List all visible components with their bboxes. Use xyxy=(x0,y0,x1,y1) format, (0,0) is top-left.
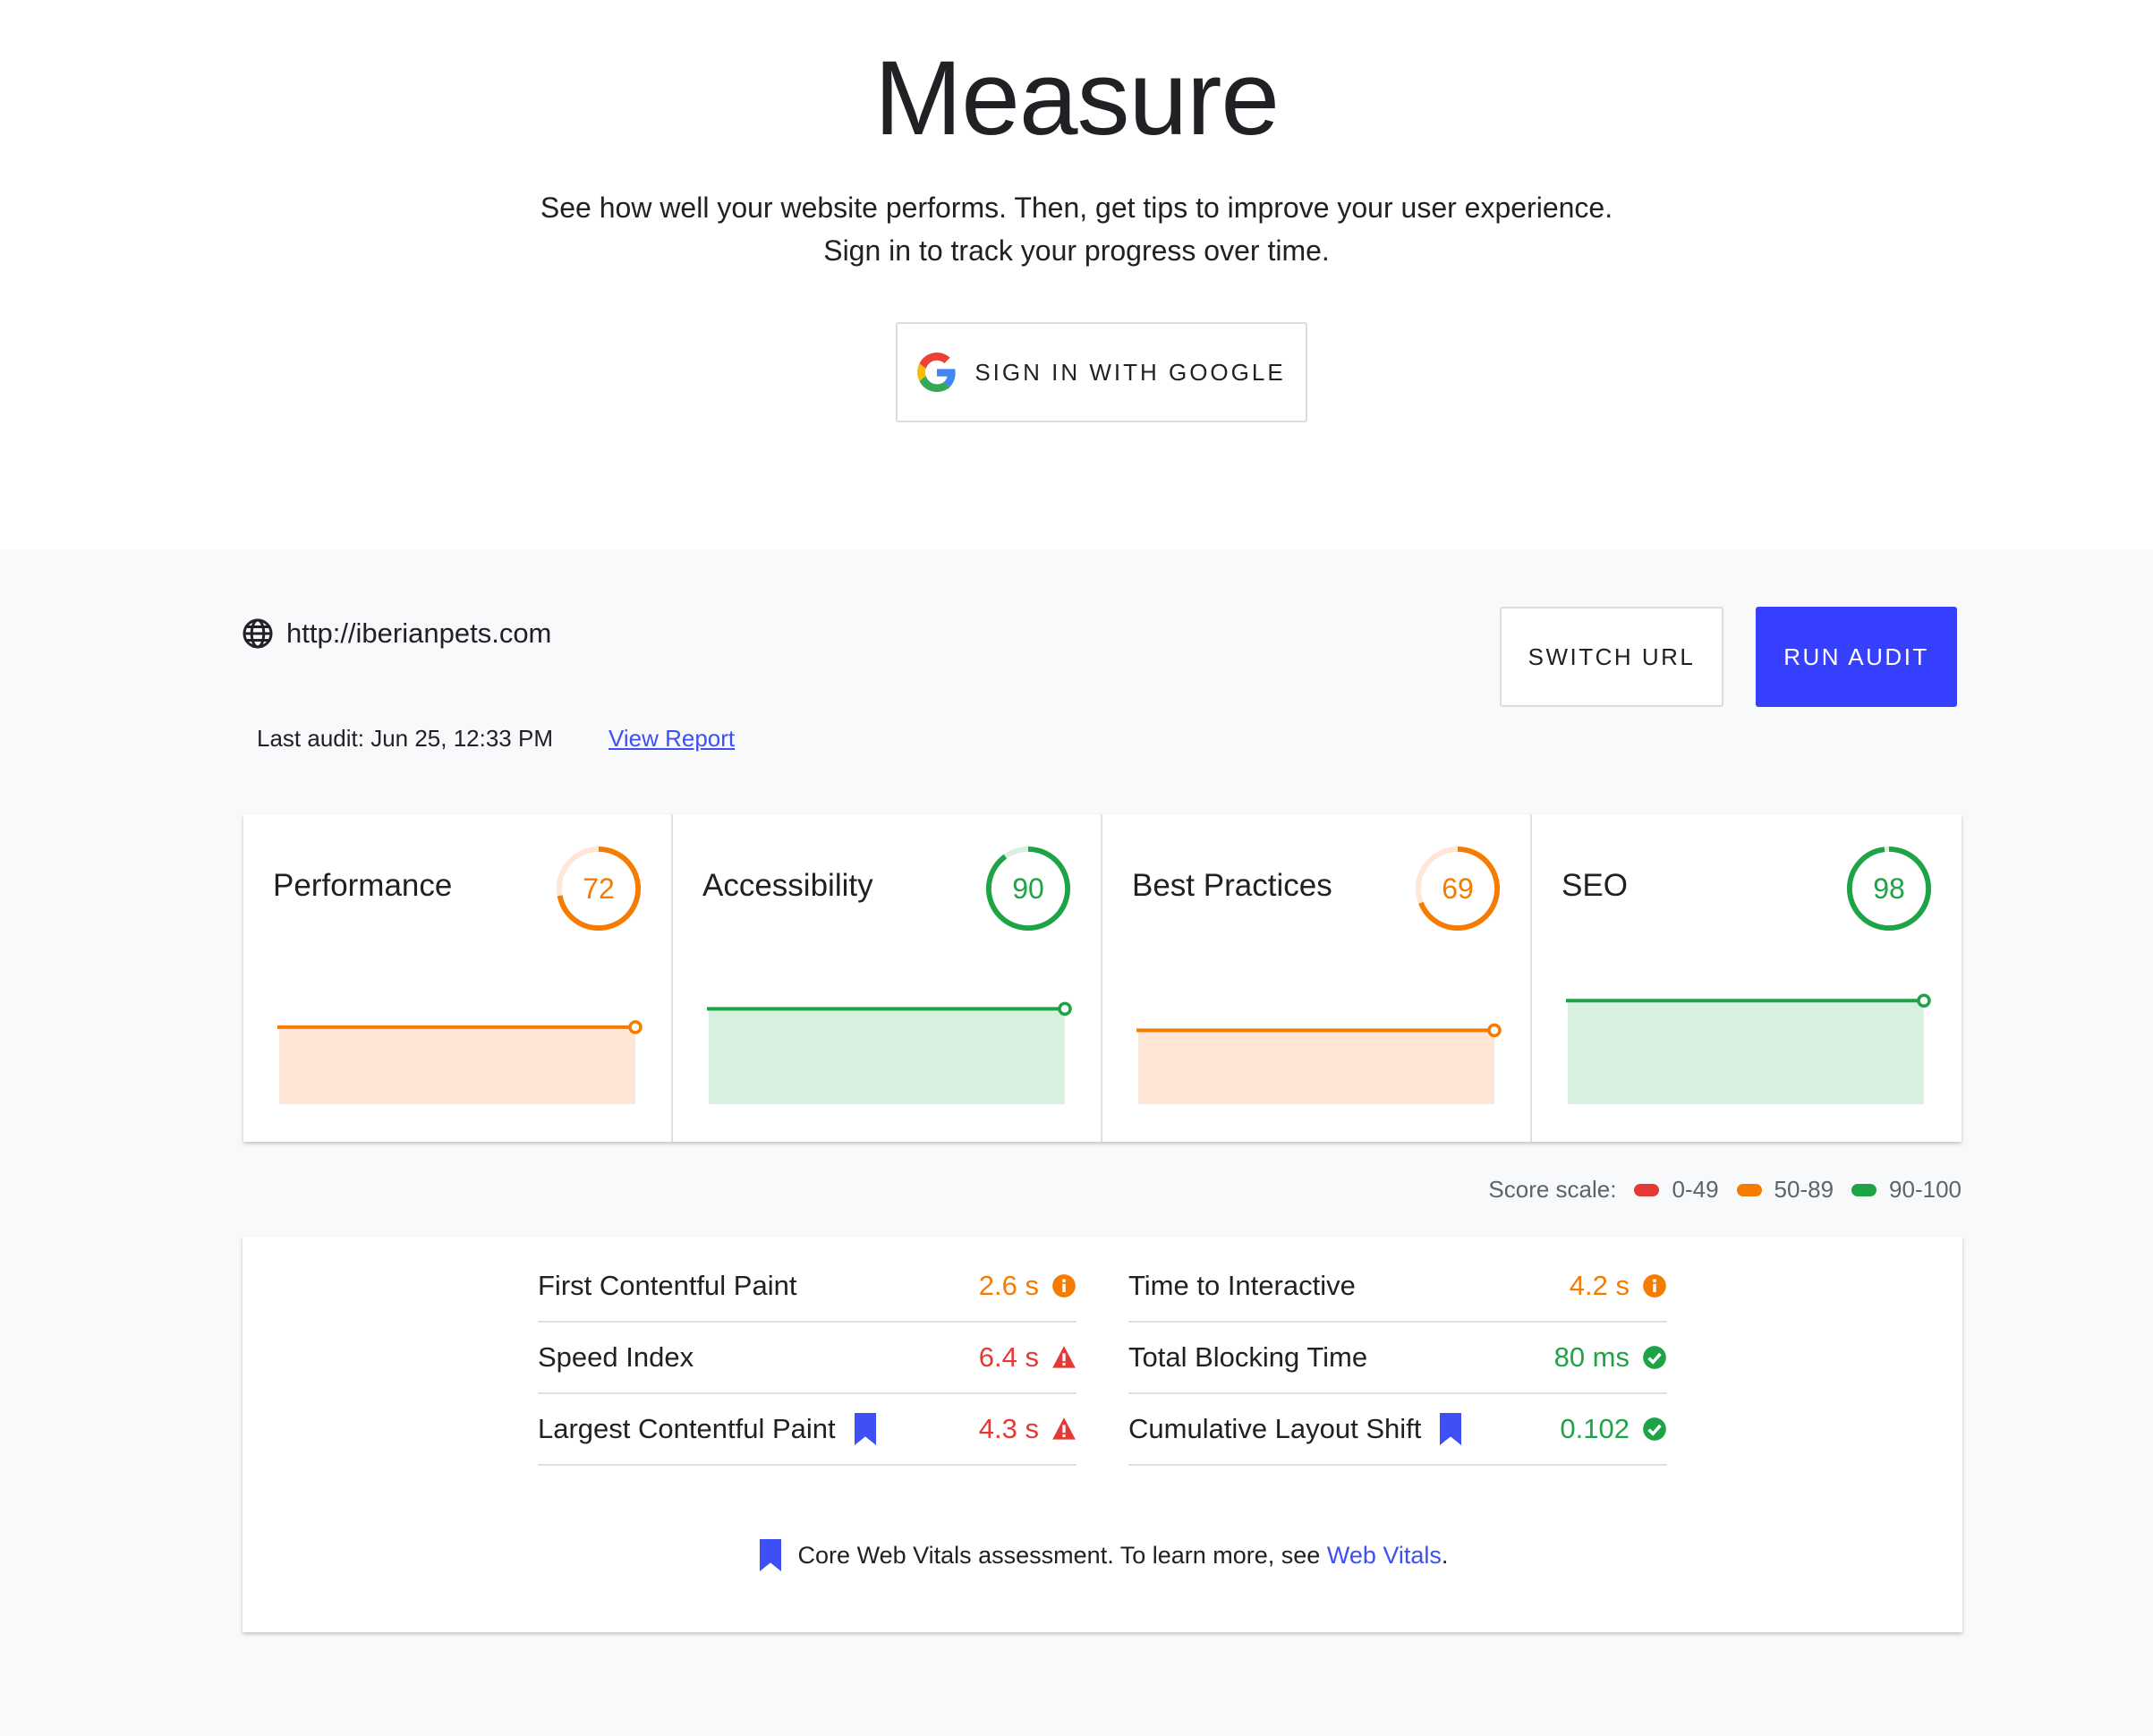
hero-subtitle-line2: Sign in to track your progress over time… xyxy=(823,234,1330,267)
score-value: 72 xyxy=(583,872,615,905)
switch-url-button[interactable]: SWITCH URL xyxy=(1500,607,1723,707)
scale-swatch-orange xyxy=(1736,1183,1762,1196)
audit-info-row: Last audit: Jun 25, 12:33 PM View Report xyxy=(257,725,735,753)
score-scale-label: Score scale: xyxy=(1488,1176,1617,1203)
score-history-chart xyxy=(277,1020,642,1104)
metric-row-fcp: First Contentful Paint 2.6 s xyxy=(538,1251,1076,1323)
metric-label: Time to Interactive xyxy=(1128,1270,1356,1301)
metric-label: First Contentful Paint xyxy=(538,1270,797,1301)
metric-row-lcp: Largest Contentful Paint 4.3 s xyxy=(538,1394,1076,1466)
run-audit-button[interactable]: RUN AUDIT xyxy=(1756,607,1957,707)
metrics-panel: First Contentful Paint 2.6 s Speed Index… xyxy=(243,1237,1962,1632)
metric-label: Total Blocking Time xyxy=(1128,1341,1368,1373)
score-card-accessibility[interactable]: Accessibility 90 xyxy=(673,814,1102,1142)
score-card-best-practices[interactable]: Best Practices 69 xyxy=(1102,814,1532,1142)
score-scale-legend: Score scale: 0-49 50-89 90-100 xyxy=(1488,1176,1962,1204)
scale-range-label: 90-100 xyxy=(1889,1176,1962,1203)
score-history-chart xyxy=(707,1001,1072,1104)
history-point xyxy=(1487,1023,1502,1038)
cwv-text: Core Web Vitals assessment. To learn mor… xyxy=(797,1541,1321,1569)
url-row: http://iberianpets.com xyxy=(242,617,551,650)
score-value: 98 xyxy=(1873,872,1905,905)
sign-in-with-google-button[interactable]: SIGN IN WITH GOOGLE xyxy=(896,322,1307,422)
scale-range-label: 50-89 xyxy=(1774,1176,1834,1203)
metric-value: 4.2 s xyxy=(1569,1270,1630,1301)
hero-subtitle: See how well your website performs. Then… xyxy=(0,186,2153,272)
check-icon xyxy=(1642,1345,1667,1370)
scale-swatch-green xyxy=(1851,1183,1877,1196)
metric-value: 80 ms xyxy=(1553,1341,1630,1373)
warning-icon xyxy=(1051,1345,1076,1370)
metric-value: 6.4 s xyxy=(978,1341,1039,1373)
history-area xyxy=(709,1008,1065,1104)
last-audit-text: Last audit: Jun 25, 12:33 PM xyxy=(257,725,553,752)
score-value: 69 xyxy=(1442,872,1474,905)
page-title: Measure xyxy=(873,39,1280,157)
score-card-title: Performance xyxy=(273,868,453,903)
score-card-title: Best Practices xyxy=(1132,868,1332,903)
core-web-vitals-note: Core Web Vitals assessment. To learn mor… xyxy=(243,1539,1962,1571)
history-point xyxy=(628,1020,642,1034)
history-area xyxy=(1568,1000,1924,1104)
metric-label: Cumulative Layout Shift xyxy=(1128,1413,1422,1444)
bookmark-icon xyxy=(759,1539,781,1571)
globe-icon xyxy=(243,618,273,649)
metric-row-tti: Time to Interactive 4.2 s xyxy=(1128,1251,1667,1323)
score-cards: Performance 72 Accessibility 90 Best Pra… xyxy=(243,814,1962,1142)
metric-row-speed-index: Speed Index 6.4 s xyxy=(538,1323,1076,1394)
bookmark-icon xyxy=(1437,1413,1464,1445)
scale-range-label: 0-49 xyxy=(1672,1176,1719,1203)
metric-value: 2.6 s xyxy=(978,1270,1039,1301)
score-card-performance[interactable]: Performance 72 xyxy=(243,814,673,1142)
info-icon xyxy=(1051,1273,1076,1298)
metric-value: 0.102 xyxy=(1560,1413,1630,1444)
metric-label: Speed Index xyxy=(538,1341,694,1373)
history-area xyxy=(1138,1030,1494,1104)
score-value: 90 xyxy=(1012,872,1044,905)
metric-row-cls: Cumulative Layout Shift 0.102 xyxy=(1128,1394,1667,1466)
history-point xyxy=(1058,1001,1072,1017)
history-point xyxy=(1917,993,1931,1008)
cwv-period: . xyxy=(1441,1541,1449,1569)
web-vitals-link[interactable]: Web Vitals xyxy=(1327,1542,1442,1569)
info-icon xyxy=(1642,1273,1667,1298)
audit-panel: http://iberianpets.com Last audit: Jun 2… xyxy=(0,549,2153,1736)
score-card-title: Accessibility xyxy=(702,868,873,903)
google-logo-icon xyxy=(917,353,956,392)
scale-swatch-red xyxy=(1634,1183,1660,1196)
sign-in-label: SIGN IN WITH GOOGLE xyxy=(974,358,1286,386)
metric-row-tbt: Total Blocking Time 80 ms xyxy=(1128,1323,1667,1394)
metric-label: Largest Contentful Paint xyxy=(538,1413,836,1444)
bookmark-icon xyxy=(852,1413,879,1445)
score-card-title: SEO xyxy=(1562,868,1628,903)
history-area xyxy=(279,1026,635,1104)
score-card-seo[interactable]: SEO 98 xyxy=(1532,814,1962,1142)
score-history-chart xyxy=(1566,993,1931,1104)
hero-subtitle-line1: See how well your website performs. Then… xyxy=(540,191,1613,224)
site-url: http://iberianpets.com xyxy=(286,617,552,649)
view-report-link[interactable]: View Report xyxy=(608,725,735,753)
check-icon xyxy=(1642,1417,1667,1442)
warning-icon xyxy=(1051,1417,1076,1442)
hero-section: Measure See how well your website perfor… xyxy=(0,0,2153,549)
metric-value: 4.3 s xyxy=(978,1413,1039,1444)
score-history-chart xyxy=(1136,1023,1502,1104)
